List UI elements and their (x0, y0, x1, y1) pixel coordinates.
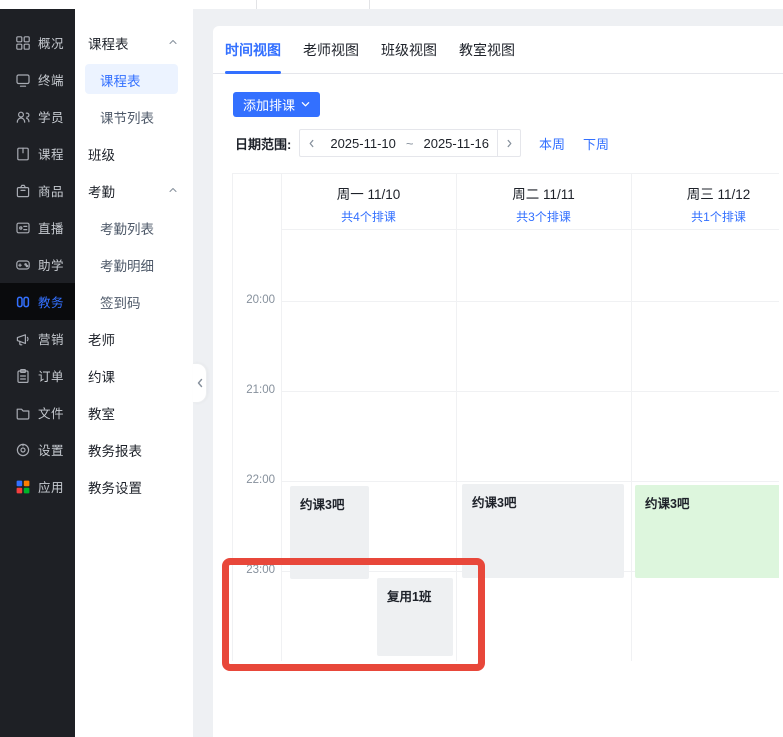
tab-class-view[interactable]: 班级视图 (381, 26, 437, 74)
submenu-item-academic-reports[interactable]: 教务报表 (75, 431, 193, 468)
sidebar-item-settings[interactable]: 设置 (0, 431, 75, 468)
this-week-link[interactable]: 本周 (539, 134, 565, 153)
marketing-icon (14, 330, 31, 347)
submenu-item-teachers[interactable]: 老师 (75, 320, 193, 357)
submenu-item-attendance-detail[interactable]: 考勤明细 (75, 246, 193, 283)
academic-icon (14, 293, 31, 310)
apps-icon (14, 478, 31, 495)
grid-line (281, 481, 779, 482)
chevron-up-icon (169, 39, 177, 45)
chevron-left-icon (197, 378, 202, 388)
date-range-tilde: ~ (405, 135, 414, 151)
submenu-item-attendance-list[interactable]: 考勤列表 (75, 209, 193, 246)
day-header-wednesday: 周三 11/12 共1个排课 (686, 187, 751, 225)
schedule-grid: 周一 11/10 共4个排课 周二 11/11 共3个排课 周三 11/12 共… (232, 173, 779, 661)
day-schedule-count-link[interactable]: 共3个排课 (516, 208, 571, 225)
grid-line (281, 174, 282, 661)
app-page: 概况 终端 学员 课程 商品 直播 助学 教务 营销 订单 文件 设置 应用 课… (0, 0, 783, 737)
tab-teacher-view[interactable]: 老师视图 (303, 26, 359, 74)
submenu-group-timetable[interactable]: 课程表 (75, 24, 193, 61)
submenu-item-checkin-code[interactable]: 签到码 (75, 283, 193, 320)
next-week-link[interactable]: 下周 (583, 134, 609, 153)
files-icon (14, 404, 31, 421)
end-date-value[interactable]: 2025-11-16 (415, 136, 497, 151)
chevron-left-icon (309, 139, 314, 147)
day-schedule-count-link[interactable]: 共1个排课 (691, 208, 746, 225)
grid-line (456, 174, 457, 661)
time-label: 21:00 (246, 384, 275, 396)
date-range-label: 日期范围: (235, 136, 292, 152)
schedule-event[interactable]: 复用1班 (377, 578, 453, 656)
grid-line (281, 391, 779, 392)
secondary-sidebar: 课程表 课程表 课节列表 班级 考勤 考勤列表 考勤明细 签到码 老师 约课 教… (75, 9, 193, 737)
sidebar-item-academic[interactable]: 教务 (0, 283, 75, 320)
submenu-item-timetable[interactable]: 课程表 (75, 61, 193, 98)
sidebar-item-study-aid[interactable]: 助学 (0, 246, 75, 283)
grid-line (631, 174, 632, 661)
time-label: 22:00 (246, 474, 275, 486)
study-aid-icon (14, 256, 31, 273)
terminal-icon (14, 71, 31, 88)
submenu-group-attendance[interactable]: 考勤 (75, 172, 193, 209)
sidebar-item-files[interactable]: 文件 (0, 394, 75, 431)
tab-separator (369, 0, 370, 9)
sidebar-item-overview[interactable]: 概况 (0, 24, 75, 61)
sidebar-item-marketing[interactable]: 营销 (0, 320, 75, 357)
sidebar-item-goods[interactable]: 商品 (0, 172, 75, 209)
schedule-event[interactable]: 约课3吧 (290, 486, 369, 579)
submenu-item-academic-settings[interactable]: 教务设置 (75, 468, 193, 505)
settings-icon (14, 441, 31, 458)
sidebar-item-live[interactable]: 直播 (0, 209, 75, 246)
sidebar-collapse-handle[interactable] (193, 363, 207, 403)
orders-icon (14, 367, 31, 384)
chevron-right-icon (507, 139, 511, 147)
day-header-tuesday: 周二 11/11 共3个排课 (512, 187, 575, 225)
submenu-item-lesson-list[interactable]: 课节列表 (75, 98, 193, 135)
content-card: 时间视图 老师视图 班级视图 教室视图 添加排课 日期范围: 2025-11-1… (213, 26, 783, 737)
submenu-item-classes[interactable]: 班级 (75, 135, 193, 172)
sidebar-item-courses[interactable]: 课程 (0, 135, 75, 172)
time-label: 23:00 (246, 564, 275, 576)
dashboard-icon (14, 34, 31, 51)
day-schedule-count-link[interactable]: 共4个排课 (341, 208, 396, 225)
students-icon (14, 108, 31, 125)
view-tabs: 时间视图 老师视图 班级视图 教室视图 (213, 26, 783, 74)
schedule-event[interactable]: 约课3吧 (635, 485, 779, 578)
submenu-item-classrooms[interactable]: 教室 (75, 394, 193, 431)
tab-time-view[interactable]: 时间视图 (225, 26, 281, 74)
tab-separator (256, 0, 257, 9)
sidebar-item-terminal[interactable]: 终端 (0, 61, 75, 98)
tab-classroom-view[interactable]: 教室视图 (459, 26, 515, 74)
day-header-monday: 周一 11/10 共4个排课 (336, 187, 401, 225)
live-icon (14, 219, 31, 236)
grid-line (281, 301, 779, 302)
schedule-event[interactable]: 约课3吧 (462, 484, 624, 578)
schedule-grid-inner: 周一 11/10 共4个排课 周二 11/11 共3个排课 周三 11/12 共… (232, 173, 779, 661)
sidebar-item-orders[interactable]: 订单 (0, 357, 75, 394)
next-week-arrow[interactable] (498, 130, 520, 156)
time-label: 20:00 (246, 294, 275, 306)
chevron-down-icon (301, 102, 310, 107)
goods-icon (14, 182, 31, 199)
add-schedule-button[interactable]: 添加排课 (233, 92, 321, 117)
date-range-bar: 日期范围: 2025-11-10 ~ 2025-11-16 本周 下周 (235, 129, 609, 157)
date-range-picker: 2025-11-10 ~ 2025-11-16 (299, 129, 522, 157)
courses-icon (14, 145, 31, 162)
chevron-up-icon (169, 187, 177, 193)
prev-week-arrow[interactable] (300, 130, 322, 156)
browser-tab-strip (0, 0, 783, 9)
grid-line (281, 229, 779, 230)
primary-sidebar: 概况 终端 学员 课程 商品 直播 助学 教务 营销 订单 文件 设置 应用 (0, 9, 75, 737)
start-date-value[interactable]: 2025-11-10 (322, 136, 404, 151)
submenu-item-booking[interactable]: 约课 (75, 357, 193, 394)
sidebar-item-apps[interactable]: 应用 (0, 468, 75, 505)
sidebar-item-students[interactable]: 学员 (0, 98, 75, 135)
